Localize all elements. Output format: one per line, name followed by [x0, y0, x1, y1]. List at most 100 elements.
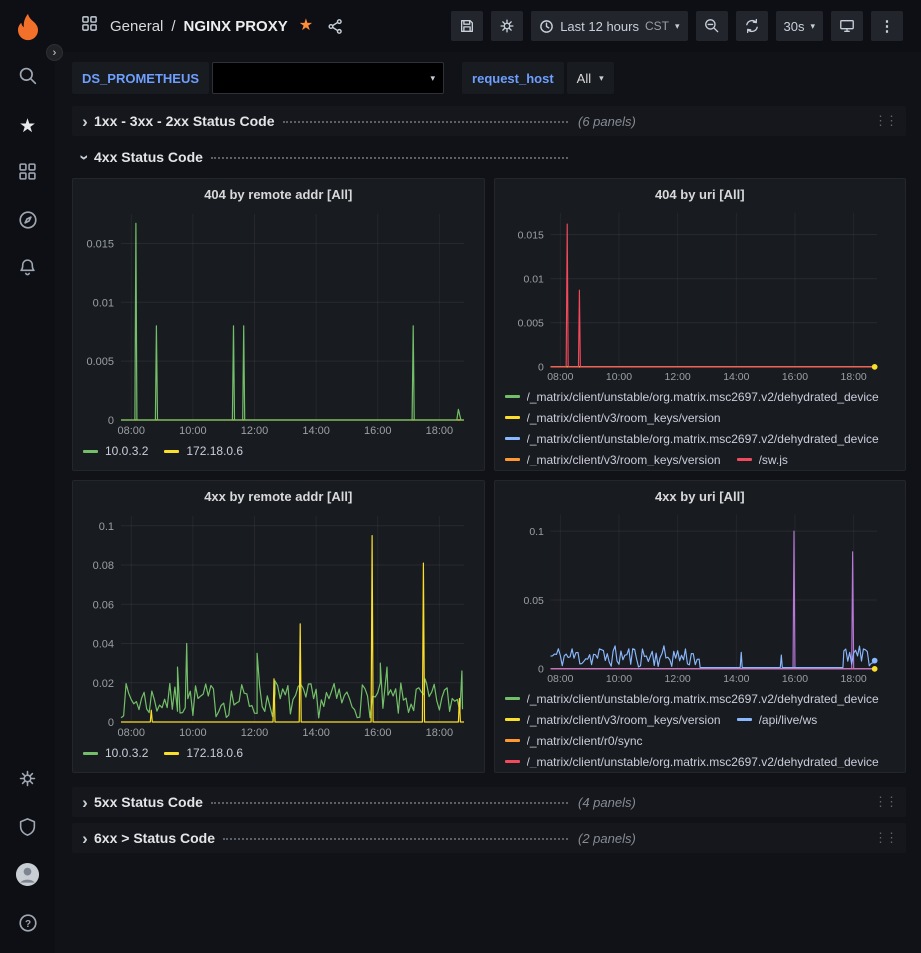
- chevron-down-icon: ›: [77, 148, 94, 166]
- legend-label: 10.0.3.2: [105, 746, 148, 760]
- svg-text:08:00: 08:00: [547, 372, 573, 382]
- chart-canvas[interactable]: 00.0050.010.01508:0010:0012:0014:0016:00…: [81, 206, 476, 436]
- row-header-5xx[interactable]: › 5xx Status Code (4 panels) ⋮⋮: [72, 787, 906, 817]
- legend-label: /_matrix/client/unstable/org.matrix.msc2…: [527, 755, 879, 768]
- refresh-button[interactable]: [736, 11, 768, 41]
- svg-text:0.1: 0.1: [529, 527, 544, 538]
- svg-text:0.04: 0.04: [93, 639, 114, 651]
- legend-item[interactable]: /api/live/ws: [737, 710, 818, 730]
- row-title: 1xx - 3xx - 2xx Status Code: [94, 113, 275, 129]
- datasource-variable-select[interactable]: ▾: [212, 62, 444, 94]
- zoom-out-button[interactable]: [696, 11, 728, 41]
- sidebar-expand-button[interactable]: ›: [46, 44, 63, 61]
- panel-title[interactable]: 404 by uri [All]: [503, 183, 898, 205]
- more-options-button[interactable]: ⋮: [871, 11, 903, 41]
- legend-swatch: [83, 450, 98, 453]
- sidebar-item-explore[interactable]: [0, 198, 55, 246]
- sidebar-item-configuration[interactable]: [0, 757, 55, 805]
- legend-item[interactable]: /_matrix/client/unstable/org.matrix.msc2…: [505, 689, 879, 709]
- legend-swatch: [505, 739, 520, 742]
- request-host-variable-select[interactable]: All ▾: [567, 62, 614, 94]
- row-drag-handle-icon[interactable]: ⋮⋮: [874, 830, 898, 846]
- search-icon: [18, 66, 38, 91]
- svg-text:0.01: 0.01: [93, 297, 114, 309]
- datasource-variable-label[interactable]: DS_PROMETHEUS: [72, 62, 209, 94]
- row-drag-handle-icon[interactable]: ⋮⋮: [874, 113, 898, 129]
- legend-item[interactable]: /_matrix/client/v3/room_keys/version: [505, 710, 721, 730]
- legend-label: /_matrix/client/r0/sync: [527, 734, 643, 748]
- row-drag-handle-icon[interactable]: ⋮⋮: [874, 794, 898, 810]
- legend-item[interactable]: 172.18.0.6: [164, 743, 243, 763]
- row-title: 4xx Status Code: [94, 149, 203, 165]
- legend-item[interactable]: /_matrix/client/v3/room_keys/version: [505, 408, 721, 428]
- chevron-down-icon: ▾: [675, 22, 680, 31]
- legend-item[interactable]: 172.18.0.6: [164, 441, 243, 461]
- sidebar-item-help[interactable]: ?: [0, 901, 55, 949]
- legend-swatch: [737, 458, 752, 461]
- chevron-down-icon: ▾: [431, 74, 436, 83]
- panel: 404 by remote addr [All] 00.0050.010.015…: [72, 178, 485, 471]
- panel-grid: 404 by remote addr [All] 00.0050.010.015…: [72, 178, 906, 773]
- refresh-interval-picker[interactable]: 30s ▾: [776, 11, 824, 41]
- share-icon[interactable]: [327, 18, 344, 35]
- legend-label: /api/live/ws: [759, 713, 818, 727]
- row-header-6xx[interactable]: › 6xx > Status Code (2 panels) ⋮⋮: [72, 823, 906, 853]
- legend: /_matrix/client/unstable/org.matrix.msc2…: [503, 387, 898, 466]
- chart-canvas[interactable]: 00.050.108:0010:0012:0014:0016:0018:00: [503, 507, 898, 684]
- svg-text:08:00: 08:00: [118, 727, 146, 738]
- svg-text:12:00: 12:00: [241, 727, 269, 738]
- chart-canvas[interactable]: 00.0050.010.01508:0010:0012:0014:0016:00…: [503, 205, 898, 382]
- sidebar-item-search[interactable]: [0, 54, 55, 102]
- svg-text:0.015: 0.015: [517, 230, 543, 241]
- panel-title[interactable]: 4xx by uri [All]: [503, 485, 898, 507]
- legend: /_matrix/client/unstable/org.matrix.msc2…: [503, 689, 898, 768]
- legend-item[interactable]: /sw.js: [737, 450, 788, 466]
- breadcrumb-section[interactable]: General: [110, 18, 163, 35]
- grafana-logo[interactable]: [0, 0, 55, 54]
- request-host-variable-label[interactable]: request_host: [462, 62, 564, 94]
- panel-title[interactable]: 404 by remote addr [All]: [81, 183, 476, 206]
- legend-item[interactable]: /_matrix/client/unstable/org.matrix.msc2…: [505, 387, 879, 407]
- sidebar: ★: [0, 0, 55, 953]
- svg-text:0.005: 0.005: [517, 318, 543, 329]
- save-dashboard-button[interactable]: [451, 11, 483, 41]
- sidebar-item-dashboards[interactable]: [0, 150, 55, 198]
- legend-item[interactable]: /_matrix/client/unstable/org.matrix.msc2…: [505, 752, 879, 768]
- legend: 10.0.3.2 172.18.0.6: [81, 743, 476, 763]
- svg-text:10:00: 10:00: [605, 372, 631, 382]
- chart-canvas[interactable]: 00.020.040.060.080.108:0010:0012:0014:00…: [81, 508, 476, 738]
- legend-swatch: [505, 458, 520, 461]
- svg-text:0.05: 0.05: [523, 596, 544, 607]
- row-header-4xx[interactable]: › 4xx Status Code: [72, 142, 906, 172]
- apps-grid-icon: [81, 15, 98, 37]
- zoom-out-icon: [704, 18, 720, 34]
- time-range-picker[interactable]: Last 12 hours CST ▾: [531, 11, 687, 41]
- sidebar-item-server-admin[interactable]: [0, 805, 55, 853]
- grafana-app: ★: [0, 0, 921, 953]
- row-header-1xx-3xx-2xx[interactable]: › 1xx - 3xx - 2xx Status Code (6 panels)…: [72, 106, 906, 136]
- legend-item[interactable]: /_matrix/client/v3/room_keys/version: [505, 450, 721, 466]
- legend-item[interactable]: 10.0.3.2: [83, 441, 148, 461]
- sidebar-item-alerting[interactable]: [0, 246, 55, 294]
- dashboard-settings-button[interactable]: [491, 11, 523, 41]
- kiosk-mode-button[interactable]: [831, 11, 863, 41]
- variable-request-host: request_host All ▾: [462, 62, 614, 94]
- sidebar-item-profile[interactable]: [0, 853, 55, 901]
- dashboard-title[interactable]: NGINX PROXY: [184, 18, 288, 35]
- svg-text:14:00: 14:00: [723, 372, 749, 382]
- chevron-right-icon: ›: [76, 113, 94, 130]
- legend-item[interactable]: /_matrix/client/r0/sync: [505, 731, 643, 751]
- favorite-star-icon[interactable]: ★: [299, 18, 313, 34]
- legend-item[interactable]: 10.0.3.2: [83, 743, 148, 763]
- template-variables-bar: DS_PROMETHEUS ▾ request_host All ▾: [72, 62, 906, 94]
- legend-label: /_matrix/client/unstable/org.matrix.msc2…: [527, 432, 879, 446]
- svg-text:12:00: 12:00: [664, 674, 690, 684]
- legend-item[interactable]: /_matrix/client/unstable/org.matrix.msc2…: [505, 429, 879, 449]
- panel-title[interactable]: 4xx by remote addr [All]: [81, 485, 476, 508]
- legend-swatch: [164, 450, 179, 453]
- sidebar-item-starred[interactable]: ★: [0, 102, 55, 150]
- panel: 404 by uri [All] 00.0050.010.01508:0010:…: [494, 178, 907, 471]
- dashboard-content: DS_PROMETHEUS ▾ request_host All ▾ ›: [55, 52, 921, 953]
- chevron-down-icon: ▾: [599, 74, 604, 83]
- legend-label: 10.0.3.2: [105, 444, 148, 458]
